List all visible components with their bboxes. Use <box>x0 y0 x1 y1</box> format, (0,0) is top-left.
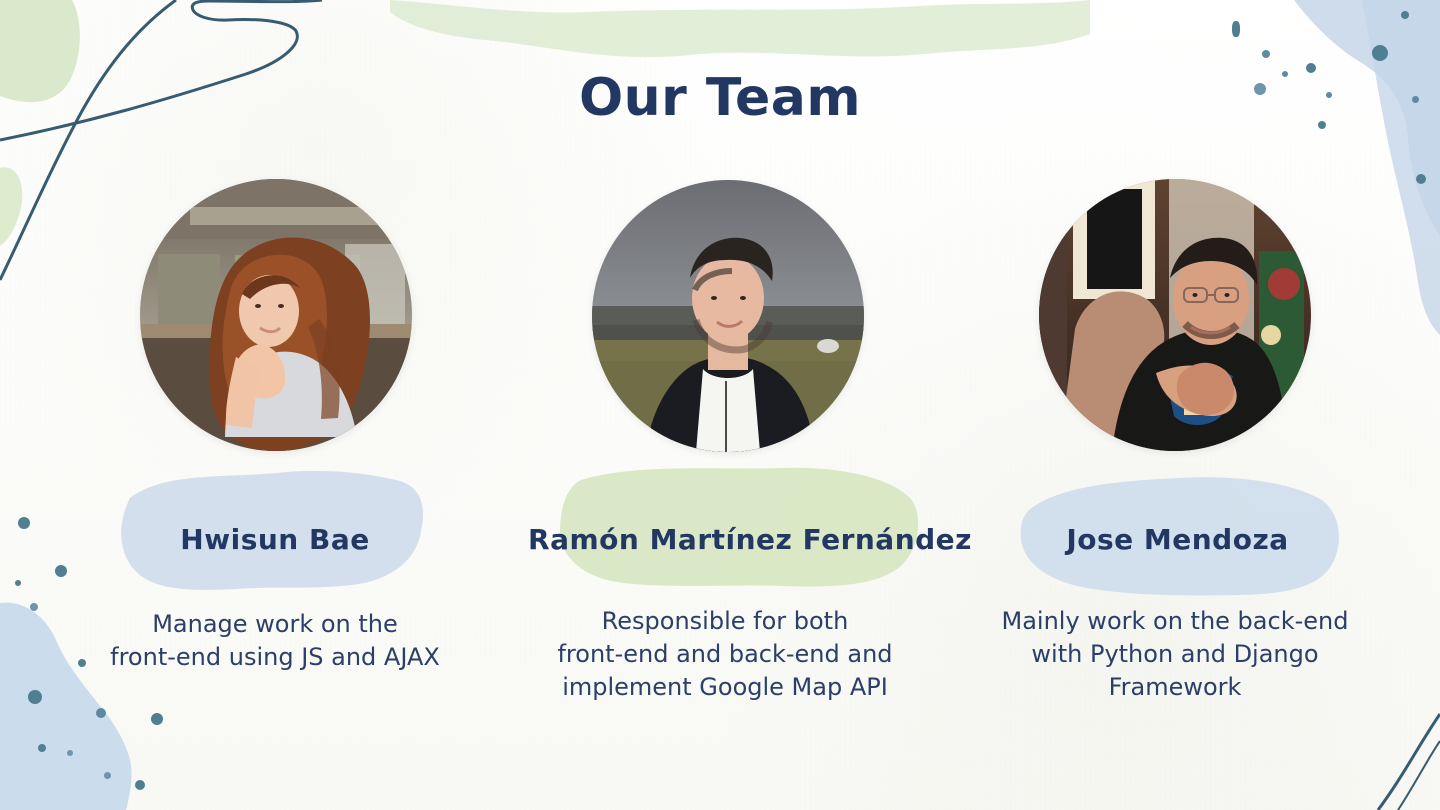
role-line: with Python and Django <box>1031 640 1319 668</box>
team-member-name-hwisun-bae: Hwisun Bae <box>180 523 370 556</box>
team-member-name-ramon-martinez-fernandez: Ramón Martínez Fernández <box>528 523 972 556</box>
team-member-photo-jose-mendoza <box>1039 179 1311 451</box>
team-member-name-jose-mendoza: Jose Mendoza <box>1066 523 1289 556</box>
role-line: implement Google Map API <box>562 673 888 701</box>
team-member-role-hwisun-bae: Manage work on the front-end using JS an… <box>95 608 455 674</box>
role-line: Mainly work on the back-end <box>1001 607 1349 635</box>
role-line: front-end using JS and AJAX <box>110 643 440 671</box>
page-title: Our Team <box>578 68 862 128</box>
team-member-role-jose-mendoza: Mainly work on the back-end with Python … <box>985 605 1365 704</box>
portrait-illustration-3 <box>1039 179 1311 451</box>
role-line: Framework <box>1108 673 1242 701</box>
role-line: front-end and back-end and <box>557 640 893 668</box>
portrait-illustration-2 <box>592 180 864 452</box>
team-slide: Our Team Hwisun Bae Ramón Martínez Ferná… <box>0 0 1440 810</box>
role-line: Responsible for both <box>601 607 849 635</box>
role-line: Manage work on the <box>152 610 398 638</box>
team-member-photo-hwisun-bae <box>140 179 412 451</box>
team-member-photo-ramon-martinez-fernandez <box>592 180 864 452</box>
team-member-role-ramon-martinez-fernandez: Responsible for both front-end and back-… <box>540 605 910 704</box>
portrait-illustration-1 <box>140 179 412 451</box>
